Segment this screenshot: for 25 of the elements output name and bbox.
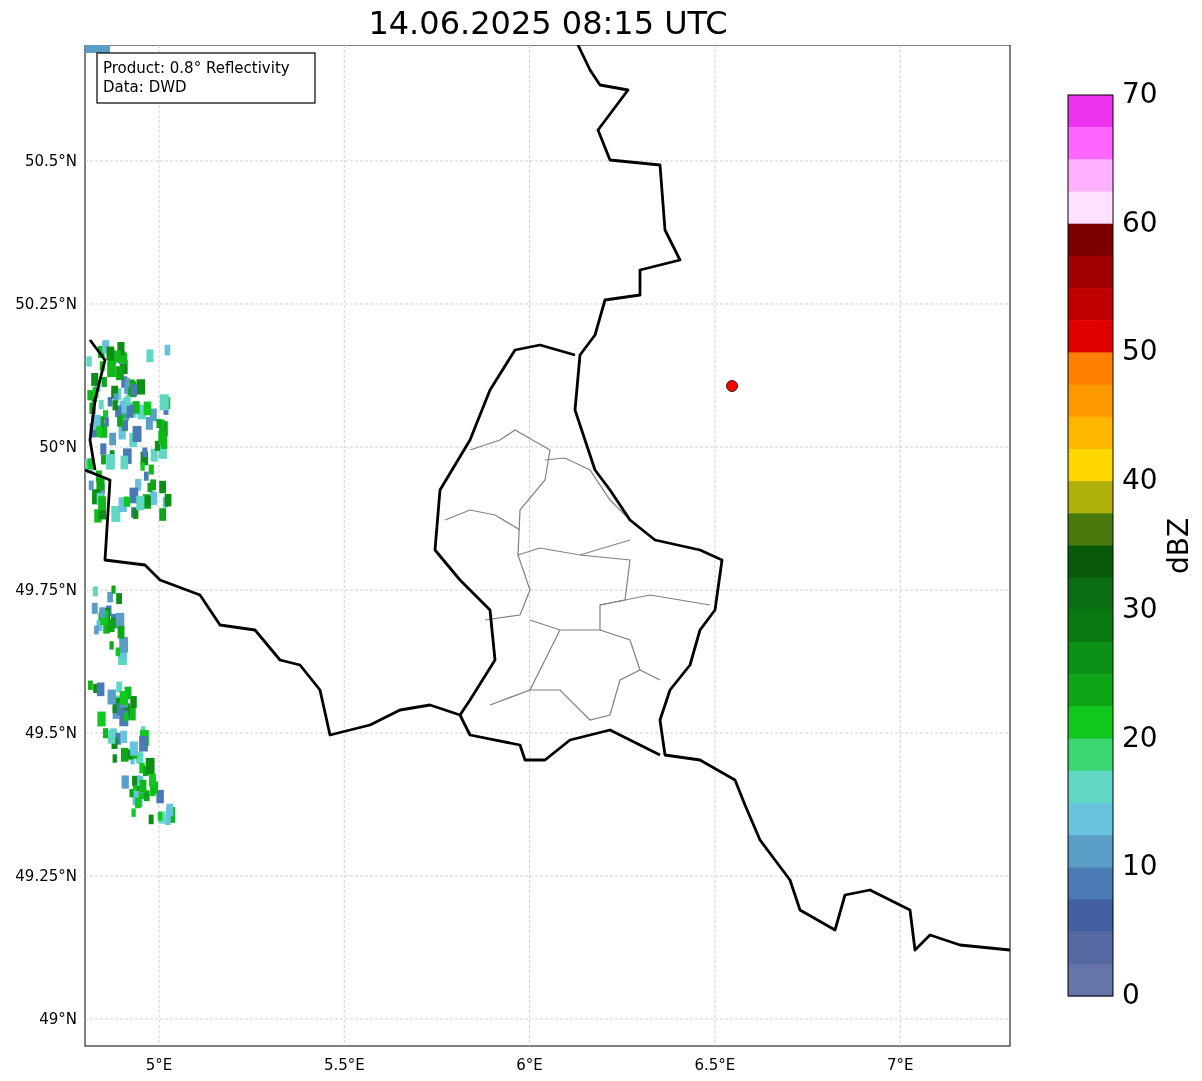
colorbar-tick-label: 10 xyxy=(1122,849,1158,883)
radar-site-marker xyxy=(726,380,738,392)
colorbar-tick-label: 40 xyxy=(1122,463,1158,497)
latitude-label: 50.25°N xyxy=(15,294,77,313)
longitude-label: 6°E xyxy=(516,1055,543,1074)
latitude-label: 49.75°N xyxy=(15,580,77,599)
longitude-label: 5.5°E xyxy=(323,1055,365,1074)
colorbar-tick-label: 50 xyxy=(1122,334,1158,368)
latitude-label: 49°N xyxy=(39,1009,77,1028)
colorbar-tick-label: 0 xyxy=(1122,978,1140,1011)
latitude-label: 50.5°N xyxy=(24,151,77,170)
colorbar-tick-label: 30 xyxy=(1122,591,1158,625)
info-text: Product: 0.8° Reflectivity xyxy=(103,59,290,77)
colorbar-tick-label: 60 xyxy=(1122,205,1158,239)
longitude-label: 7°E xyxy=(886,1055,914,1074)
latitude-label: 50°N xyxy=(39,437,77,456)
info-text: Data: DWD xyxy=(103,78,187,96)
longitude-label: 5°E xyxy=(145,1055,173,1074)
longitude-label: 6.5°E xyxy=(694,1055,736,1074)
chart-title: 14.06.2025 08:15 UTC xyxy=(368,6,728,39)
colorbar-label: dBZ xyxy=(1162,517,1195,575)
latitude-label: 49.25°N xyxy=(15,866,77,885)
colorbar-tick-label: 70 xyxy=(1122,77,1158,110)
latitude-label: 49.5°N xyxy=(24,723,77,742)
colorbar-tick-label: 20 xyxy=(1122,720,1158,754)
